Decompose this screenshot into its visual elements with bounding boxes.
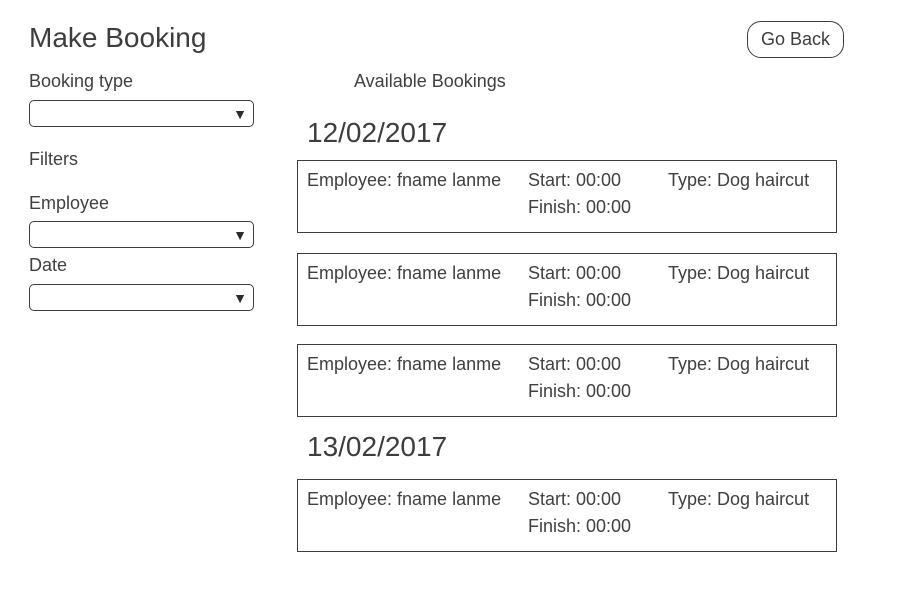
booking-employee: Employee: fname lanme <box>307 263 502 283</box>
booking-start: Start: 00:00 <box>528 489 622 509</box>
booking-employee: Employee: fname lanme <box>307 354 502 374</box>
date-filter-label: Date <box>29 255 68 275</box>
booking-finish: Finish: 00:00 <box>528 381 632 401</box>
available-bookings-title: Available Bookings <box>354 71 506 91</box>
booking-type-label: Booking type <box>29 71 134 91</box>
booking-type: Type: Dog haircut <box>668 354 810 374</box>
booking-finish: Finish: 00:00 <box>528 290 632 310</box>
date-filter-select[interactable]: ▼ <box>29 284 254 311</box>
go-back-button[interactable]: Go Back <box>747 21 844 58</box>
booking-start: Start: 00:00 <box>528 354 622 374</box>
booking-type: Type: Dog haircut <box>668 170 810 190</box>
booking-type-select[interactable]: ▼ <box>29 100 254 127</box>
booking-card[interactable]: Employee: fname lanme Start: 00:00 Type:… <box>297 344 837 417</box>
booking-finish: Finish: 00:00 <box>528 516 632 536</box>
booking-type: Type: Dog haircut <box>668 489 810 509</box>
booking-start: Start: 00:00 <box>528 170 622 190</box>
date-heading: 12/02/2017 <box>307 117 448 148</box>
booking-employee: Employee: fname lanme <box>307 489 502 509</box>
booking-employee: Employee: fname lanme <box>307 170 502 190</box>
booking-card[interactable]: Employee: fname lanme Start: 00:00 Type:… <box>297 253 837 326</box>
booking-start: Start: 00:00 <box>528 263 622 283</box>
date-heading: 13/02/2017 <box>307 431 448 462</box>
filters-label: Filters <box>29 149 78 169</box>
page-title: Make Booking <box>29 22 207 53</box>
chevron-down-icon: ▼ <box>233 290 247 306</box>
booking-card[interactable]: Employee: fname lanme Start: 00:00 Type:… <box>297 479 837 552</box>
booking-type: Type: Dog haircut <box>668 263 810 283</box>
employee-filter-select[interactable]: ▼ <box>29 221 254 248</box>
employee-filter-label: Employee <box>29 193 110 213</box>
booking-finish: Finish: 00:00 <box>528 197 632 217</box>
booking-card[interactable]: Employee: fname lanme Start: 00:00 Type:… <box>297 160 837 233</box>
chevron-down-icon: ▼ <box>233 106 247 122</box>
chevron-down-icon: ▼ <box>233 227 247 243</box>
